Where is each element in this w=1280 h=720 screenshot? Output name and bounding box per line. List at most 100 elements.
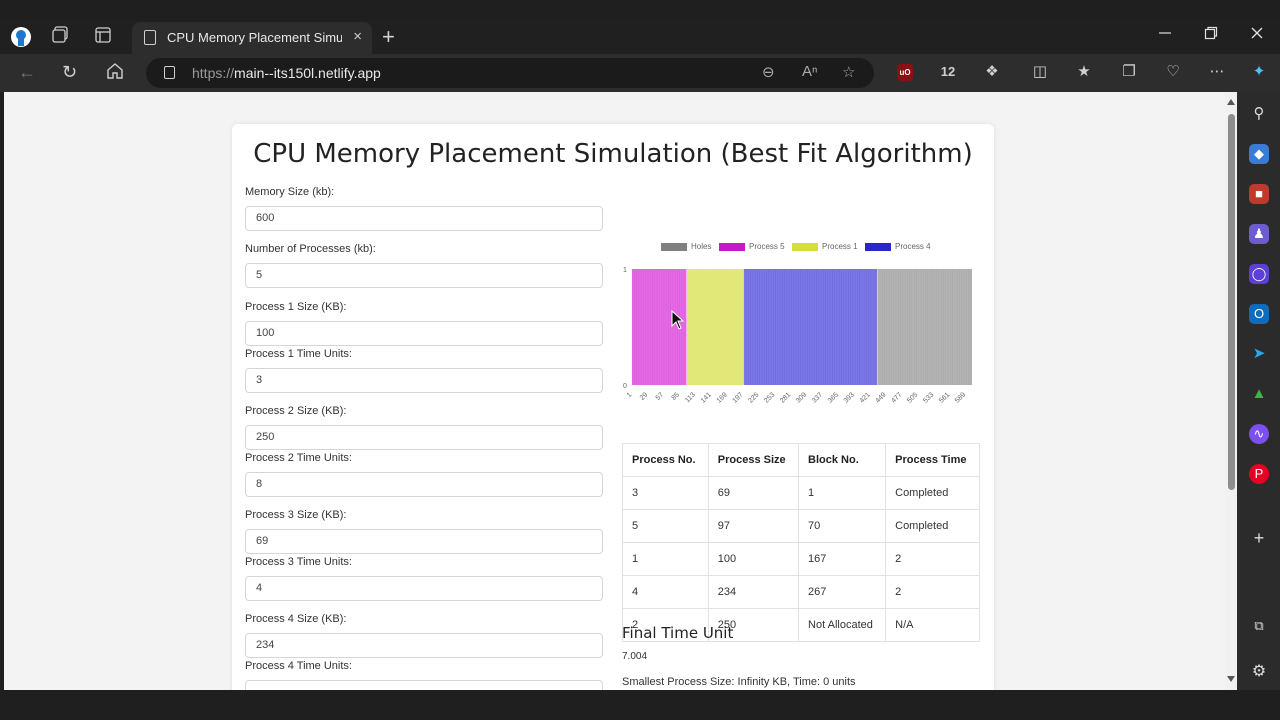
tools-briefcase-icon[interactable]: ■	[1249, 184, 1269, 204]
table-cell: 2	[885, 575, 980, 609]
x-tick-label: 141	[700, 391, 713, 404]
field-label: Process 4 Size (KB):	[245, 613, 347, 625]
x-tick-label: 57	[655, 391, 666, 402]
refresh-icon[interactable]: ↻	[62, 62, 77, 82]
tab-strip: CPU Memory Placement Simulati × +	[0, 20, 1280, 54]
microsoft365-icon[interactable]: ◯	[1249, 264, 1269, 284]
table-row: 3 69 1 Completed	[622, 476, 980, 510]
field-label: Process 2 Size (KB):	[245, 405, 347, 417]
new-tab-button[interactable]: +	[382, 24, 395, 50]
navigation-toolbar: ← ↻ https://main--its150l.netlify.app ⊖ …	[0, 54, 1280, 92]
x-tick-label: 281	[779, 391, 792, 404]
table-cell: 234	[707, 575, 800, 609]
number-input[interactable]: 69	[245, 529, 603, 554]
table-cell: 1	[798, 476, 887, 510]
home-icon[interactable]	[106, 62, 124, 84]
table-row: 1 100 167 2	[622, 542, 980, 576]
x-tick-label: 589	[954, 391, 967, 404]
pinterest-icon[interactable]: P	[1249, 464, 1269, 484]
settings-more-icon[interactable]: ⋯	[1206, 62, 1228, 82]
table-cell: 4	[622, 575, 709, 609]
field-label: Process 4 Time Units:	[245, 660, 352, 672]
hide-sidebar-icon[interactable]: ⧉	[1249, 616, 1269, 636]
y-tick-label: 1	[623, 267, 627, 274]
back-icon[interactable]: ←	[18, 62, 36, 82]
scrollbar-thumb[interactable]	[1228, 114, 1235, 490]
number-input[interactable]: 5	[245, 263, 603, 288]
table-header-cell: Process Size	[707, 443, 800, 477]
active-tab[interactable]: CPU Memory Placement Simulati ×	[132, 22, 372, 54]
browser-essentials-icon[interactable]: ♡	[1162, 62, 1184, 82]
edge-sidebar: ⚲ ◆ ■ ♟ ◯ O ➤ ▲ ∿ P + ⧉ ⚙	[1237, 92, 1280, 690]
read-aloud-icon[interactable]: Aⁿ	[802, 63, 817, 80]
table-header-row: Process No. Process Size Block No. Proce…	[622, 443, 980, 477]
collections-icon[interactable]: ❐	[1118, 62, 1140, 82]
number-input[interactable]: 8	[245, 472, 603, 497]
profile-icon[interactable]	[10, 26, 32, 48]
games-icon[interactable]: ♟	[1249, 224, 1269, 244]
x-tick-label: 421	[859, 391, 872, 404]
page-scrollbar[interactable]	[1225, 92, 1237, 690]
extension-12-icon[interactable]: 12	[937, 62, 959, 82]
x-tick-label: 1	[626, 391, 634, 399]
number-input[interactable]: 3	[245, 368, 603, 393]
minimize-icon[interactable]	[1158, 26, 1172, 44]
number-input[interactable]: 234	[245, 633, 603, 658]
page-icon	[144, 30, 156, 45]
browser-window: CPU Memory Placement Simulati × + ← ↻ ht…	[0, 0, 1280, 720]
tree-icon[interactable]: ▲	[1249, 384, 1269, 404]
table-row: 5 97 70 Completed	[622, 509, 980, 543]
number-input[interactable]: 250	[245, 425, 603, 450]
close-window-icon[interactable]	[1250, 26, 1264, 44]
y-tick-label: 0	[623, 383, 627, 390]
sidebar-settings-gear-icon[interactable]: ⚙	[1249, 662, 1269, 682]
add-sidebar-app-icon[interactable]: +	[1249, 528, 1269, 548]
table-cell: Not Allocated	[798, 608, 887, 642]
number-input[interactable]: 100	[245, 321, 603, 346]
number-input[interactable]: 600	[245, 206, 603, 231]
table-cell: 2	[885, 542, 980, 576]
extensions-puzzle-icon[interactable]: ❖	[981, 62, 1003, 82]
copilot-icon[interactable]: ✦	[1248, 62, 1270, 82]
split-screen-icon[interactable]: ◫	[1029, 62, 1051, 82]
page-viewport: CPU Memory Placement Simulation (Best Fi…	[4, 92, 1237, 690]
field-label: Process 3 Time Units:	[245, 556, 352, 568]
number-input[interactable]	[245, 680, 603, 690]
zoom-icon[interactable]: ⊖	[762, 63, 775, 81]
table-cell: 100	[707, 542, 800, 576]
x-tick-label: 169	[716, 391, 729, 404]
x-tick-label: 29	[639, 391, 650, 402]
table-cell: 267	[798, 575, 887, 609]
outlook-icon[interactable]: O	[1249, 304, 1269, 324]
x-tick-label: 337	[811, 391, 824, 404]
table-cell: 167	[798, 542, 887, 576]
telegram-icon[interactable]: ➤	[1249, 344, 1269, 364]
address-bar[interactable]: https://main--its150l.netlify.app ⊖ Aⁿ ☆	[146, 58, 874, 88]
table-row: 4 234 267 2	[622, 575, 980, 609]
tab-actions-icon[interactable]	[92, 26, 114, 48]
restore-icon[interactable]	[1204, 26, 1218, 44]
url-text[interactable]: https://main--its150l.netlify.app	[192, 65, 381, 81]
workspaces-icon[interactable]	[50, 26, 72, 48]
favorite-star-icon[interactable]: ☆	[842, 63, 855, 81]
lock-icon[interactable]	[164, 66, 175, 79]
table-header-cell: Process Time	[885, 443, 980, 477]
x-tick-label: 309	[795, 391, 808, 404]
table-cell: 70	[798, 509, 887, 543]
messenger-icon[interactable]: ∿	[1249, 424, 1269, 444]
x-tick-label: 113	[684, 391, 697, 404]
ublock-extension-icon[interactable]: uO	[897, 64, 913, 81]
close-tab-icon[interactable]: ×	[353, 28, 362, 45]
table-cell: N/A	[885, 608, 980, 642]
scroll-up-icon[interactable]	[1227, 99, 1235, 105]
number-input[interactable]: 4	[245, 576, 603, 601]
x-tick-label: 253	[763, 391, 776, 404]
favorites-icon[interactable]: ★	[1073, 62, 1095, 82]
final-time-value: 7.004	[622, 651, 648, 662]
shopping-tag-icon[interactable]: ◆	[1249, 144, 1269, 164]
x-tick-label: 85	[671, 391, 682, 402]
x-tick-label: 561	[938, 391, 951, 404]
scroll-down-icon[interactable]	[1227, 676, 1235, 682]
search-icon[interactable]: ⚲	[1249, 104, 1269, 124]
memory-bar[interactable]	[877, 269, 972, 385]
